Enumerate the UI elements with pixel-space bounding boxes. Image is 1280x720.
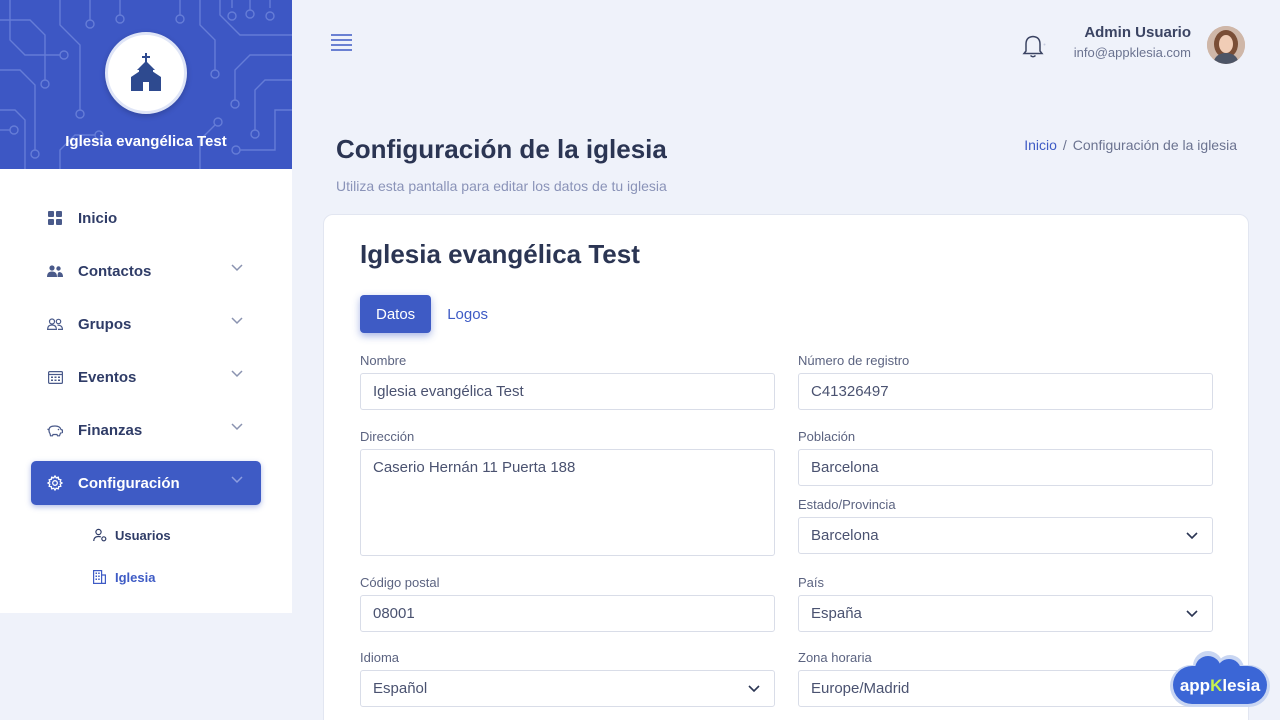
menu-toggle-button[interactable] <box>331 33 352 56</box>
pais-select[interactable]: España <box>798 595 1213 632</box>
provincia-value: Barcelona <box>811 527 879 544</box>
sidebar-subitem-usuarios[interactable]: Usuarios <box>31 514 261 556</box>
settings-card: Iglesia evangélica Test Datos Logos Nomb… <box>323 214 1249 720</box>
sidebar-item-label: Finanzas <box>78 421 143 439</box>
poblacion-label: Población <box>798 429 856 444</box>
sidebar-item-inicio[interactable]: Inicio <box>31 196 261 240</box>
user-avatar-image <box>1207 26 1245 64</box>
nombre-input[interactable]: Iglesia evangélica Test <box>360 373 775 410</box>
poblacion-input[interactable]: Barcelona <box>798 449 1213 486</box>
church-logo <box>105 32 187 114</box>
registro-input[interactable]: C41326497 <box>798 373 1213 410</box>
chevron-down-icon <box>231 476 243 484</box>
idioma-value: Español <box>373 680 428 697</box>
sidebar-item-label: Grupos <box>78 315 132 333</box>
chevron-down-icon <box>231 317 243 325</box>
chevron-down-icon <box>1186 609 1198 617</box>
zona-label: Zona horaria <box>798 650 872 665</box>
nombre-label: Nombre <box>360 353 407 368</box>
church-icon <box>131 53 161 91</box>
sidebar-nav: Inicio Contactos Grupos Eventos Finanzas… <box>31 196 261 598</box>
sidebar-subitem-label: Iglesia <box>115 569 156 585</box>
calendar-icon <box>47 369 63 385</box>
sidebar-subitem-label: Usuarios <box>115 527 171 543</box>
cloud-badge: appKlesia <box>1170 651 1270 707</box>
sidebar: Iglesia evangélica Test Inicio Contactos… <box>0 0 292 613</box>
sidebar-item-label: Configuración <box>78 474 180 492</box>
chevron-down-icon <box>748 684 760 692</box>
chevron-down-icon <box>1186 531 1198 539</box>
sidebar-item-eventos[interactable]: Eventos <box>31 355 261 399</box>
idioma-label: Idioma <box>360 650 400 665</box>
registro-label: Número de registro <box>798 353 910 368</box>
sidebar-item-finanzas[interactable]: Finanzas <box>31 408 261 452</box>
registro-value: C41326497 <box>811 383 889 400</box>
cp-label: Código postal <box>360 575 440 590</box>
provincia-label: Estado/Provincia <box>798 497 896 512</box>
chevron-down-icon <box>231 370 243 378</box>
cp-value: 08001 <box>373 605 415 622</box>
sidebar-item-label: Inicio <box>78 209 118 227</box>
building-icon <box>93 570 107 584</box>
badge-text-app: app <box>1180 676 1210 695</box>
breadcrumb-separator: / <box>1062 137 1067 153</box>
user-name[interactable]: Admin Usuario <box>1084 24 1191 41</box>
direccion-value: Caserio Hernán 11 Puerta 188 <box>373 459 576 476</box>
hamburger-icon <box>331 34 352 51</box>
tab-datos[interactable]: Datos <box>360 295 432 333</box>
sidebar-item-contactos[interactable]: Contactos <box>31 249 261 293</box>
notifications-button[interactable] <box>1022 33 1046 64</box>
nombre-value: Iglesia evangélica Test <box>373 383 524 400</box>
piggy-bank-icon <box>47 422 63 438</box>
gear-icon <box>47 475 63 491</box>
pais-value: España <box>811 605 862 622</box>
idioma-select[interactable]: Español <box>360 670 775 707</box>
badge-text-k: K <box>1210 676 1223 695</box>
poblacion-value: Barcelona <box>811 459 879 476</box>
chevron-down-icon <box>231 423 243 431</box>
sidebar-item-label: Eventos <box>78 368 137 386</box>
breadcrumb: Inicio / Configuración de la iglesia <box>1024 137 1237 153</box>
chevron-down-icon <box>231 264 243 272</box>
user-gear-icon <box>93 528 107 542</box>
sidebar-item-label: Contactos <box>78 262 152 280</box>
avatar[interactable] <box>1207 26 1245 64</box>
page-subtitle: Utiliza esta pantalla para editar los da… <box>336 178 667 194</box>
bell-icon <box>1022 35 1046 58</box>
brand-header: Iglesia evangélica Test <box>0 0 292 169</box>
direccion-textarea[interactable]: Caserio Hernán 11 Puerta 188 <box>360 449 775 556</box>
sidebar-subitem-iglesia[interactable]: Iglesia <box>31 556 261 598</box>
user-email: info@appklesia.com <box>1073 45 1191 60</box>
provincia-select[interactable]: Barcelona <box>798 517 1213 554</box>
badge-text-lesia: lesia <box>1222 676 1260 695</box>
pais-label: País <box>798 575 825 590</box>
direccion-label: Dirección <box>360 429 415 444</box>
svg-text:appKlesia: appKlesia <box>1180 676 1261 695</box>
cp-input[interactable]: 08001 <box>360 595 775 632</box>
tab-logos[interactable]: Logos <box>431 295 504 333</box>
zona-select[interactable]: Europe/Madrid <box>798 670 1213 707</box>
zona-value: Europe/Madrid <box>811 680 910 697</box>
group-icon <box>47 316 63 332</box>
church-name: Iglesia evangélica Test <box>65 133 227 150</box>
breadcrumb-current: Configuración de la iglesia <box>1072 137 1237 153</box>
sidebar-item-configuracion[interactable]: Configuración <box>31 461 261 505</box>
grid-icon <box>47 210 63 226</box>
page-title: Configuración de la iglesia <box>336 134 667 164</box>
sidebar-item-grupos[interactable]: Grupos <box>31 302 261 346</box>
appklesia-badge[interactable]: appKlesia <box>1168 650 1272 708</box>
card-title: Iglesia evangélica Test <box>360 239 640 269</box>
users-icon <box>47 263 63 279</box>
breadcrumb-home-link[interactable]: Inicio <box>1024 137 1057 153</box>
tabs: Datos Logos <box>360 295 504 333</box>
